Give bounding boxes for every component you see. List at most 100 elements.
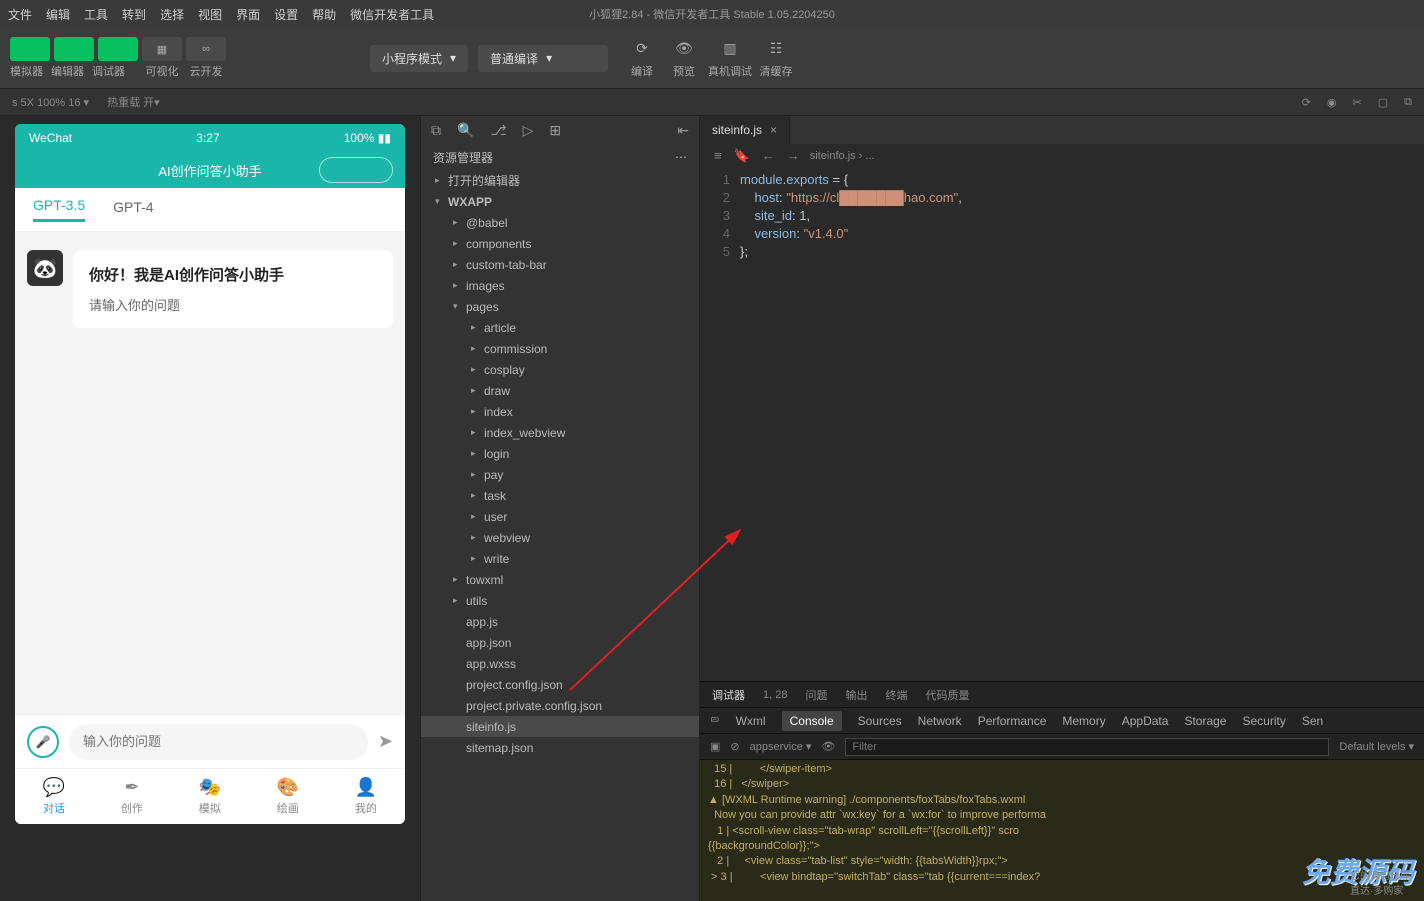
menu-view[interactable]: 视图 [198,6,222,23]
tree-item-cosplay[interactable]: ▸cosplay [421,359,699,380]
nav-simulate[interactable]: 🎭模拟 [199,777,221,816]
nav-mine[interactable]: 👤我的 [355,777,377,816]
mode-dropdown[interactable]: 小程序模式 ▾ [370,45,468,72]
bookmark-icon[interactable]: 🔖 [734,148,750,164]
tree-item-app-wxss[interactable]: app.wxss [421,653,699,674]
device-info[interactable]: s 5X 100% 16 ▾ [12,96,89,109]
sidebar-toggle-icon[interactable]: ▣ [710,740,720,753]
devtab-storage[interactable]: Storage [1184,714,1226,728]
compile-dropdown[interactable]: 普通编译 ▾ [478,45,608,72]
tree-item-login[interactable]: ▸login [421,443,699,464]
tree-item-commission[interactable]: ▸commission [421,338,699,359]
menu-help[interactable]: 帮助 [312,6,336,23]
menu-goto[interactable]: 转到 [122,6,146,23]
simulator-toggle[interactable] [10,37,50,61]
clear-cache-icon[interactable]: ☷ [758,38,794,60]
tab-gpt35[interactable]: GPT-3.5 [33,197,85,222]
tree-item-images[interactable]: ▸images [421,275,699,296]
dbg-tab-main[interactable]: 调试器 [712,687,745,703]
dbg-tab-output[interactable]: 输出 [845,687,867,703]
chat-input[interactable] [69,724,368,760]
reload-icon[interactable]: ⟳ [1302,96,1311,109]
menu-file[interactable]: 文件 [8,6,32,23]
menu-interface[interactable]: 界面 [236,6,260,23]
record-icon[interactable]: ◉ [1327,96,1337,109]
preview-icon[interactable]: 👁 [666,38,702,60]
tree-item-app-js[interactable]: app.js [421,611,699,632]
filter-input[interactable] [845,738,1329,756]
tree-item-custom-tab-bar[interactable]: ▸custom-tab-bar [421,254,699,275]
dbg-tab-quality[interactable]: 代码质量 [925,687,969,703]
visualize-button[interactable]: ▦ [142,37,182,61]
tree-item-sitemap-json[interactable]: sitemap.json [421,737,699,758]
tree-item-pay[interactable]: ▸pay [421,464,699,485]
tree-item-app-json[interactable]: app.json [421,632,699,653]
tree-item-siteinfo-js[interactable]: siteinfo.js [421,716,699,737]
nav-draw[interactable]: 🎨绘画 [277,777,299,816]
screenshot-icon[interactable]: ▢ [1378,96,1388,109]
devtab-memory[interactable]: Memory [1062,714,1105,728]
breadcrumb-path[interactable]: siteinfo.js › ... [810,150,875,162]
menu-wechat-devtools[interactable]: 微信开发者工具 [350,6,434,23]
editor-tab-siteinfo[interactable]: siteinfo.js× [700,116,790,144]
compile-icon[interactable]: ⟳ [624,38,660,60]
more-icon[interactable]: ⋯ [675,150,687,164]
tree-item-@babel[interactable]: ▸@babel [421,212,699,233]
menu-settings[interactable]: 设置 [274,6,298,23]
debug-icon[interactable]: ▷ [523,122,534,139]
tree-item-project-private-config-json[interactable]: project.private.config.json [421,695,699,716]
tree-item-article[interactable]: ▸article [421,317,699,338]
tree-item-user[interactable]: ▸user [421,506,699,527]
close-icon[interactable]: × [770,123,777,137]
context-dropdown[interactable]: appservice ▾ [750,740,812,753]
devtab-appdata[interactable]: AppData [1122,714,1169,728]
eye-icon[interactable]: 👁 [821,740,835,753]
forward-icon[interactable]: → [787,148,800,164]
cut-icon[interactable]: ✂ [1353,96,1362,109]
dbg-tab-terminal[interactable]: 终端 [885,687,907,703]
root-section[interactable]: ▾WXAPP [421,191,699,212]
tree-item-towxml[interactable]: ▸towxml [421,569,699,590]
tree-item-components[interactable]: ▸components [421,233,699,254]
hot-reload-toggle[interactable]: 热重载 开▾ [107,94,160,110]
tree-item-index[interactable]: ▸index [421,401,699,422]
tree-item-utils[interactable]: ▸utils [421,590,699,611]
code-editor[interactable]: 12345 module.exports = { host: "https://… [700,168,1424,681]
devtab-sensor[interactable]: Sen [1302,714,1323,728]
send-button[interactable]: ➤ [378,731,393,752]
devtab-performance[interactable]: Performance [978,714,1047,728]
branch-icon[interactable]: ⎇ [490,122,506,139]
back-icon[interactable]: ← [762,148,775,164]
tree-item-index_webview[interactable]: ▸index_webview [421,422,699,443]
tree-item-pages[interactable]: ▾pages [421,296,699,317]
capsule-button[interactable] [319,157,393,183]
devtab-security[interactable]: Security [1242,714,1285,728]
menu-edit[interactable]: 编辑 [46,6,70,23]
collapse-icon[interactable]: ⇤ [677,122,689,139]
open-editors-section[interactable]: ▸打开的编辑器 [421,170,699,191]
debugger-toggle[interactable] [98,37,138,61]
inspect-icon[interactable]: ⮹ [710,713,720,728]
levels-dropdown[interactable]: Default levels ▾ [1339,740,1414,753]
devtab-console[interactable]: Console [782,711,842,731]
menu-select[interactable]: 选择 [160,6,184,23]
tree-item-draw[interactable]: ▸draw [421,380,699,401]
search-icon[interactable]: 🔍 [457,122,474,139]
tab-gpt4[interactable]: GPT-4 [113,199,153,221]
clear-console-icon[interactable]: ⊘ [730,740,739,753]
tree-item-webview[interactable]: ▸webview [421,527,699,548]
dbg-tab-problems[interactable]: 问题 [805,687,827,703]
popout-icon[interactable]: ⧉ [1404,96,1412,109]
tree-item-task[interactable]: ▸task [421,485,699,506]
devtab-network[interactable]: Network [918,714,962,728]
tree-item-project-config-json[interactable]: project.config.json [421,674,699,695]
outline-icon[interactable]: ≡ [714,148,722,164]
devtab-wxml[interactable]: Wxml [736,714,766,728]
tree-item-write[interactable]: ▸write [421,548,699,569]
cloud-dev-button[interactable]: ∞ [186,37,226,61]
editor-toggle[interactable] [54,37,94,61]
ext-icon[interactable]: ⊞ [549,122,561,139]
nav-chat[interactable]: 💬对话 [43,777,65,816]
remote-debug-icon[interactable]: ▥ [712,38,748,60]
voice-button[interactable]: 🎤 [27,726,59,758]
